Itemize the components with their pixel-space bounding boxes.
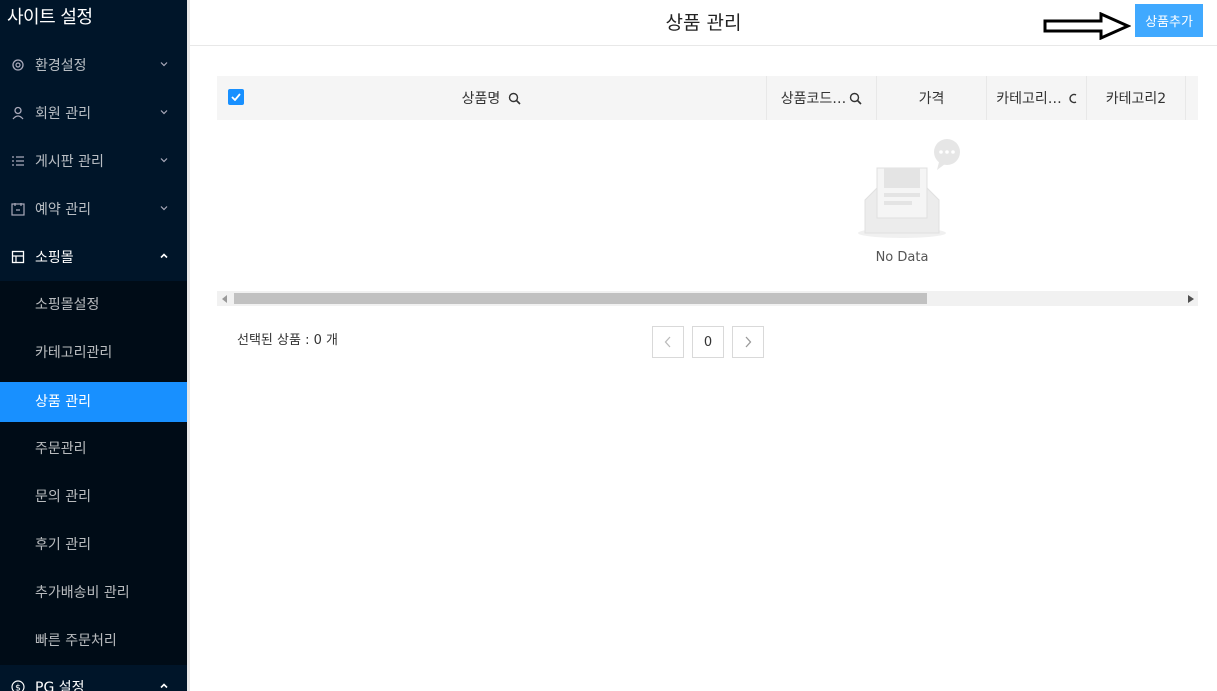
column-label: 카테고리… [996, 91, 1062, 107]
list-icon [11, 154, 25, 168]
menu-members[interactable]: 회원 관리 [0, 93, 187, 133]
scroll-left-icon[interactable] [217, 291, 232, 306]
prev-page-button[interactable] [652, 326, 684, 358]
submenu-inquiries[interactable]: 문의 관리 [0, 477, 187, 517]
svg-text:$: $ [15, 684, 21, 691]
sidebar-divider [187, 0, 190, 691]
chevron-up-icon [160, 253, 168, 259]
column-product-code[interactable]: 상품코드… [766, 76, 876, 120]
column-label: 상품명 [461, 91, 501, 107]
menu-members-label: 회원 관리 [35, 106, 91, 122]
chevron-down-icon [160, 206, 168, 211]
scroll-right-icon[interactable] [1183, 291, 1198, 306]
selected-count: 선택된 상품 : 0 개 [237, 333, 338, 348]
user-icon [11, 106, 25, 120]
column-label: 카테고리2 [1105, 91, 1167, 107]
empty-text: No Data [875, 250, 929, 265]
menu-reservation[interactable]: 예약 관리 [0, 189, 187, 229]
empty-inbox-icon [858, 139, 960, 238]
submenu-category[interactable]: 카테고리관리 [0, 333, 187, 373]
empty-state: No Data [217, 120, 1198, 290]
submenu-products[interactable]: 상품 관리 [0, 382, 187, 422]
submenu-extra-shipping[interactable]: 추가배송비 관리 [0, 573, 187, 613]
menu-shop-label: 소핑몰 [35, 250, 74, 266]
chevron-down-icon [160, 110, 168, 115]
sidebar: 사이트 설정 환경설정 회원 관리 게시판 관리 예약 관리 소핑몰 소핑몰설정… [0, 0, 187, 691]
menu-pg[interactable]: $ PG 설정 [0, 667, 187, 691]
shop-icon [11, 250, 25, 264]
submenu-shop-settings[interactable]: 소핑몰설정 [0, 285, 187, 325]
scrollbar-thumb[interactable] [234, 293, 927, 304]
menu-board[interactable]: 게시판 관리 [0, 141, 187, 181]
menu-pg-label: PG 설정 [35, 680, 85, 691]
dollar-icon: $ [11, 680, 25, 691]
next-page-button[interactable] [732, 326, 764, 358]
gear-icon [11, 58, 25, 72]
menu-settings-label: 환경설정 [35, 58, 87, 74]
arrow-annotation-icon [1043, 12, 1131, 40]
search-icon[interactable] [849, 92, 862, 105]
submenu-quick-order[interactable]: 빠른 주문처리 [0, 621, 187, 661]
page-number[interactable]: 0 [692, 326, 724, 358]
chevron-up-icon [160, 683, 168, 689]
chevron-down-icon [160, 62, 168, 67]
select-all-checkbox[interactable] [228, 89, 244, 105]
menu-board-label: 게시판 관리 [35, 154, 104, 170]
chevron-down-icon [160, 158, 168, 163]
chevron-left-icon [664, 336, 671, 348]
column-label: 가격 [918, 91, 945, 107]
chevron-right-icon [745, 336, 752, 348]
menu-reservation-label: 예약 관리 [35, 202, 91, 218]
add-product-button[interactable]: 상품추가 [1135, 4, 1203, 37]
submenu-reviews[interactable]: 후기 관리 [0, 525, 187, 565]
search-icon[interactable] [1068, 92, 1077, 105]
calendar-icon [11, 202, 25, 216]
column-price[interactable]: 가격 [876, 76, 986, 120]
menu-settings[interactable]: 환경설정 [0, 45, 187, 85]
search-icon[interactable] [508, 92, 521, 105]
submenu-orders[interactable]: 주문관리 [0, 429, 187, 469]
column-category2[interactable]: 카테고리2 [1086, 76, 1186, 120]
menu-shop[interactable]: 소핑몰 [0, 237, 187, 277]
table-header: 상품명 상품코드… 가격 카테고리… 카테고리2 [217, 76, 1198, 120]
column-product-name[interactable]: 상품명 [217, 76, 766, 120]
site-title: 사이트 설정 [7, 7, 93, 28]
horizontal-scrollbar[interactable] [217, 291, 1198, 306]
column-category1[interactable]: 카테고리… [986, 76, 1086, 120]
column-label: 상품코드… [780, 91, 847, 107]
